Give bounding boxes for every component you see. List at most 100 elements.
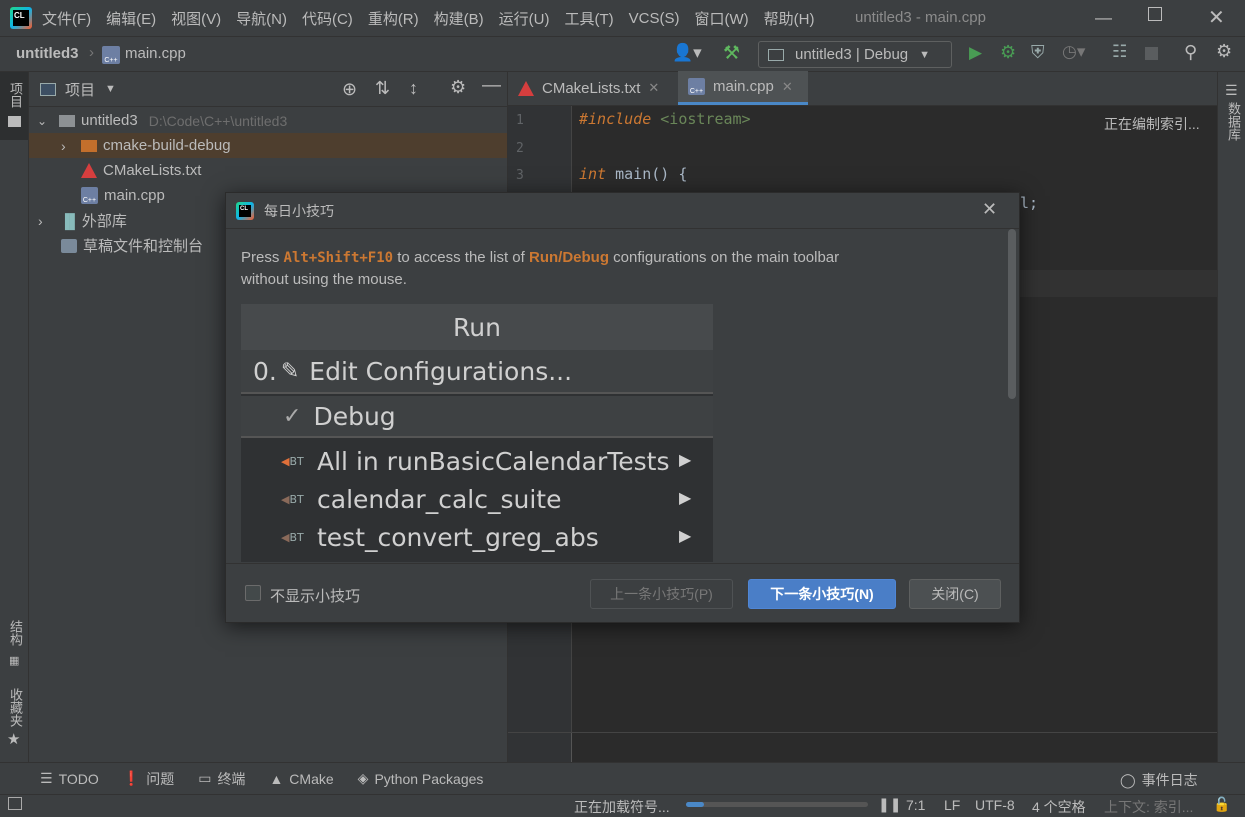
menu-refactor[interactable]: 重构(R) [368,8,419,29]
breadcrumb-file[interactable]: main.cpp [125,45,186,62]
structure-tool-tab[interactable]: 结构 ▦ [0,614,28,674]
chevron-down-icon[interactable]: ⌄ [37,114,51,128]
menu-file[interactable]: 文件(F) [42,8,91,29]
context-status[interactable]: 上下文: 索引... [1104,797,1193,817]
menu-tools[interactable]: 工具(T) [564,8,613,29]
star-icon: ★ [7,731,21,748]
tab-cmakelists[interactable]: CMakeLists.txt ✕ [508,71,678,105]
expand-all-icon[interactable]: ⇅ [375,78,390,99]
breadcrumb-separator-icon: › [89,44,94,61]
right-tool-strip: ☰ 数据库 [1217,72,1245,762]
project-panel-header: 项目 ▼ ⊕ ⇅ ↕ ⚙ — [29,72,507,107]
close-tab-icon[interactable]: ✕ [648,80,659,96]
close-window-icon[interactable]: ✕ [1208,5,1225,30]
collapse-all-icon[interactable]: ↕ [409,78,418,99]
menu-run[interactable]: 运行(U) [499,8,550,29]
structure-tool-label: 结构 [8,620,23,646]
project-tool-tab[interactable]: 项目 [0,72,28,140]
todo-tool-tab[interactable]: ☰ TODO [40,770,99,787]
hide-panel-icon[interactable]: — [482,75,501,97]
menu-edit[interactable]: 编辑(E) [106,8,156,29]
close-button[interactable]: 关闭(C) [909,579,1001,609]
project-view-selector[interactable]: 项目 [65,79,95,100]
tree-item-cmakelists[interactable]: CMakeLists.txt [29,158,507,183]
close-dialog-icon[interactable]: ✕ [982,199,997,220]
dialog-titlebar: CL 每日小技巧 ✕ [226,193,1019,229]
favorites-tool-tab[interactable]: 收藏夹 ★ [0,684,28,754]
stop-icon[interactable] [1145,47,1158,60]
dialog-app-icon: CL [236,201,254,220]
problems-tool-tab[interactable]: ❗ 问题 [123,769,174,789]
pause-icon[interactable]: ❚❚ [878,796,901,813]
menu-window[interactable]: 窗口(W) [694,8,748,29]
dont-show-label[interactable]: 不显示小技巧 [270,585,360,606]
line-number: 2 [516,141,524,156]
tab-main-cpp[interactable]: C++ main.cpp ✕ [678,71,808,105]
maximize-icon[interactable] [1148,7,1162,21]
coverage-icon[interactable]: ⛨ [1031,42,1045,63]
menu-code[interactable]: 代码(C) [302,8,353,29]
user-icon[interactable]: 👤▾ [672,43,702,63]
code-line-3[interactable]: int main() { [579,165,687,183]
app-logo-icon: CL [10,7,32,29]
menu-build[interactable]: 构建(B) [434,8,484,29]
dialog-scrollbar[interactable] [1008,229,1016,399]
tip-of-the-day-dialog: CL 每日小技巧 ✕ Press Alt+Shift+F10 to access… [225,192,1020,623]
menu-vcs[interactable]: VCS(S) [629,10,680,27]
previous-tip-button[interactable]: 上一条小技巧(P) [590,579,733,609]
config-icon [768,48,784,61]
close-tab-icon[interactable]: ✕ [782,79,793,95]
cmake-tool-tab[interactable]: ▲ CMake [269,771,333,787]
tree-item-label: 外部库 [81,213,127,230]
menu-view[interactable]: 视图(V) [171,8,221,29]
tree-item-label: untitled3 [81,112,138,129]
chevron-right-icon[interactable]: › [38,213,52,229]
tree-item-label: cmake-build-debug [103,137,231,154]
test-bt-icon: ◀BT [281,454,304,468]
tree-item-untitled3[interactable]: ⌄ untitled3 D:\Code\C++\untitled3 [29,108,507,133]
event-log-tool-tab[interactable]: ◯ 事件日志 [1120,770,1198,790]
menu-help[interactable]: 帮助(H) [764,8,815,29]
scratches-icon [61,238,77,253]
next-tip-button[interactable]: 下一条小技巧(N) [748,579,896,609]
file-encoding[interactable]: UTF-8 [975,797,1015,813]
tool-label: TODO [58,770,99,787]
run-config-selector[interactable]: untitled3 | Debug ▼ [758,41,952,68]
line-number: 1 [516,113,524,128]
layout-toggle-icon[interactable] [8,797,22,810]
debug-bug-icon[interactable]: ⚙ [1000,42,1016,63]
locate-target-icon[interactable]: ⊕ [342,79,357,100]
tip-illustration: Run 0. ✎ Edit Configurations... ✓ Debug … [241,304,713,562]
line-separator[interactable]: LF [944,797,960,813]
loading-status: 正在加载符号... [574,799,670,815]
search-icon[interactable]: ⚲ [1184,42,1197,63]
caret-position[interactable]: 7:1 [906,797,925,813]
cmake-file-icon [81,163,97,178]
menu-navigate[interactable]: 导航(N) [236,8,287,29]
python-packages-tool-tab[interactable]: ◈ Python Packages [358,770,484,787]
attach-icon[interactable]: ☷ [1112,42,1127,62]
profile-icon[interactable]: ◷▾ [1062,42,1085,62]
cpp-file-icon: C++ [102,46,120,64]
code-line-1[interactable]: #include <iostream> [579,110,751,128]
test-bt-icon: ◀BT [281,492,304,506]
tree-item-cmake-build-debug[interactable]: › cmake-build-debug [29,133,507,158]
problems-icon: ❗ [122,770,141,786]
run-icon[interactable]: ▶ [969,43,982,63]
indent-setting[interactable]: 4 个空格 [1032,797,1086,817]
structure-icon: ▦ [9,655,20,667]
dont-show-checkbox[interactable] [245,585,261,601]
chevron-right-icon[interactable]: › [61,138,73,154]
database-tool-tab[interactable]: 数据库 [1224,102,1243,141]
panel-settings-gear-icon[interactable]: ⚙ [450,77,466,98]
settings-gear-icon[interactable]: ⚙ [1216,41,1232,62]
chevron-right-icon: ▶ [679,526,692,545]
chevron-down-icon[interactable]: ▼ [105,83,116,95]
build-hammer-icon[interactable]: ⚒ [723,42,740,65]
minimize-icon[interactable]: — [1095,8,1112,28]
navigation-bar: untitled3 › C++ main.cpp 👤▾ ⚒ untitled3 … [0,36,1245,72]
terminal-tool-tab[interactable]: ▭ 终端 [198,769,245,789]
tree-item-path: D:\Code\C++\untitled3 [148,112,288,129]
lock-icon[interactable]: 🔓 [1213,796,1230,813]
breadcrumb-project[interactable]: untitled3 [16,45,79,62]
